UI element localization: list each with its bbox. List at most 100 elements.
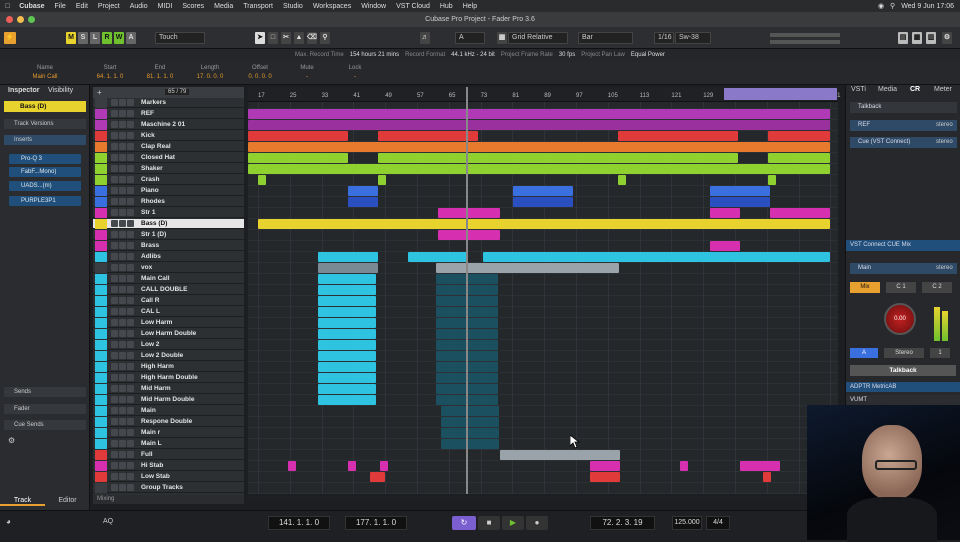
object-selection-tool-icon[interactable]: ➤ (255, 32, 265, 44)
right-locator-display[interactable]: 177. 1. 1. 0 (345, 516, 407, 530)
midi-part[interactable] (248, 142, 830, 152)
track-row[interactable]: Crash (93, 175, 244, 185)
audio-event[interactable] (500, 450, 620, 460)
track-row[interactable]: Group Tracks (93, 483, 244, 493)
track-color[interactable] (95, 483, 107, 493)
track-mute-button[interactable] (111, 473, 118, 480)
track-solo-button[interactable] (119, 143, 126, 150)
track-color[interactable] (95, 285, 107, 295)
track-color[interactable] (95, 153, 107, 163)
time-signature-display[interactable]: 4/4 (706, 516, 730, 530)
menu-media[interactable]: Media (209, 3, 238, 10)
midi-part[interactable] (763, 472, 771, 482)
layout-bottom-icon[interactable]: ▦ (912, 32, 922, 44)
menu-vst-cloud[interactable]: VST Cloud (391, 3, 435, 10)
track-mute-button[interactable] (111, 418, 118, 425)
menu-workspaces[interactable]: Workspaces (308, 3, 356, 10)
audio-event[interactable] (258, 219, 830, 229)
track-solo-button[interactable] (119, 484, 126, 491)
track-record-button[interactable] (127, 308, 134, 315)
track-record-button[interactable] (127, 341, 134, 348)
track-color[interactable] (95, 175, 107, 185)
track-lane[interactable] (248, 472, 838, 483)
track-row[interactable]: High Harm (93, 362, 244, 372)
track-mute-button[interactable] (111, 308, 118, 315)
track-row[interactable]: Kick (93, 131, 244, 141)
track-mute-button[interactable] (111, 462, 118, 469)
track-row[interactable]: Rhodes (93, 197, 244, 207)
track-mute-button[interactable] (111, 341, 118, 348)
track-solo-button[interactable] (119, 154, 126, 161)
track-solo-button[interactable] (119, 352, 126, 359)
menu-scores[interactable]: Scores (177, 3, 209, 10)
audio-event[interactable] (483, 252, 830, 262)
midi-part[interactable] (348, 186, 378, 196)
track-record-button[interactable] (127, 132, 134, 139)
track-row[interactable]: Maschine 2 01 (93, 120, 244, 130)
midi-part[interactable] (710, 186, 770, 196)
track-row[interactable]: Call R (93, 296, 244, 306)
menu-edit[interactable]: Edit (71, 3, 93, 10)
midi-part[interactable] (590, 472, 620, 482)
midi-part[interactable] (378, 175, 386, 185)
track-row[interactable]: Closed Hat (93, 153, 244, 163)
track-lane[interactable] (248, 102, 838, 109)
cue-sends-section[interactable]: Cue Sends (4, 420, 86, 430)
settings-gear-icon[interactable]: ⚙ (8, 436, 15, 445)
left-locator-display[interactable]: 141. 1. 1. 0 (268, 516, 330, 530)
track-row[interactable]: Shaker (93, 164, 244, 174)
lock-value[interactable]: - (340, 74, 370, 80)
midi-part[interactable] (680, 461, 688, 471)
track-color[interactable] (95, 362, 107, 372)
track-color[interactable] (95, 329, 107, 339)
clock[interactable]: Wed 9 Jun 17:06 (901, 3, 954, 10)
write-automation-button[interactable]: W (114, 32, 124, 44)
menu-window[interactable]: Window (356, 3, 391, 10)
audition-button[interactable]: A (126, 32, 136, 44)
track-row[interactable]: Piano (93, 186, 244, 196)
track-row[interactable]: Brass (93, 241, 244, 251)
track-solo-button[interactable] (119, 473, 126, 480)
audio-event[interactable] (710, 241, 740, 251)
track-row[interactable]: Respone Double (93, 417, 244, 427)
track-row[interactable]: Full (93, 450, 244, 460)
track-mute-button[interactable] (111, 209, 118, 216)
midi-part[interactable] (710, 197, 770, 207)
track-row[interactable]: Main (93, 406, 244, 416)
track-row[interactable]: Main r (93, 428, 244, 438)
audio-event[interactable] (441, 428, 499, 438)
track-solo-button[interactable] (119, 198, 126, 205)
menu-file[interactable]: File (50, 3, 71, 10)
search-icon[interactable]: ⚲ (890, 2, 895, 10)
track-color[interactable] (95, 439, 107, 449)
audio-event[interactable] (318, 362, 376, 372)
track-color[interactable] (95, 109, 107, 119)
audio-event[interactable] (438, 230, 500, 240)
track-row[interactable]: Str 1 (93, 208, 244, 218)
layout-left-icon[interactable]: ▤ (898, 32, 908, 44)
track-color[interactable] (95, 472, 107, 482)
track-color[interactable] (95, 131, 107, 141)
track-row[interactable]: Low Harm Double (93, 329, 244, 339)
track-color[interactable] (95, 406, 107, 416)
track-color[interactable] (95, 142, 107, 152)
track-solo-button[interactable] (119, 264, 126, 271)
audio-event[interactable] (441, 417, 499, 427)
track-record-button[interactable] (127, 209, 134, 216)
midi-part[interactable] (770, 208, 830, 218)
track-solo-button[interactable] (119, 451, 126, 458)
track-mute-button[interactable] (111, 352, 118, 359)
audio-event[interactable] (318, 351, 376, 361)
midi-part[interactable] (618, 131, 738, 141)
track-solo-button[interactable] (119, 319, 126, 326)
track-row[interactable]: REF (93, 109, 244, 119)
track-color[interactable] (95, 98, 107, 108)
menu-studio[interactable]: Studio (278, 3, 308, 10)
snap-a-select[interactable]: A (455, 32, 485, 44)
audio-event[interactable] (318, 285, 376, 295)
track-color[interactable] (95, 384, 107, 394)
track-color[interactable] (95, 230, 107, 240)
audio-event[interactable] (318, 252, 378, 262)
end-value[interactable]: 81. 1. 1. 0 (138, 74, 182, 80)
track-record-button[interactable] (127, 275, 134, 282)
